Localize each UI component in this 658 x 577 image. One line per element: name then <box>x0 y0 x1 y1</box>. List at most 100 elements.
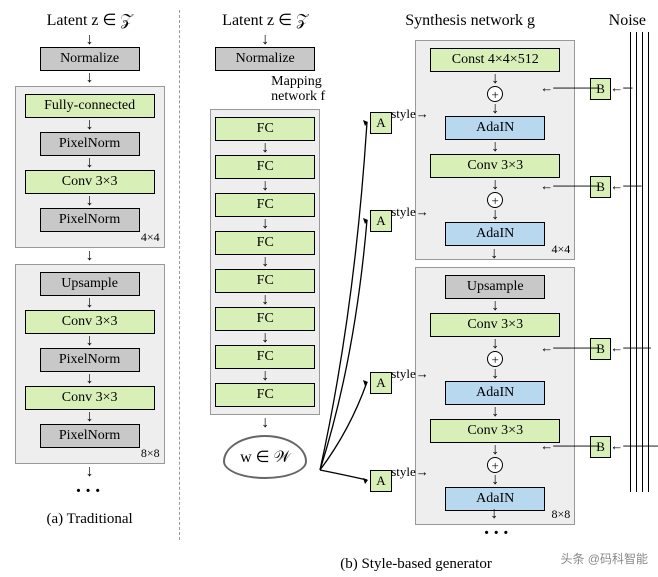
arrow: ↓ <box>261 257 269 267</box>
arrow: ↓ <box>261 143 269 153</box>
block-8x8-a: Upsample ↓ Conv 3×3 ↓ PixelNorm ↓ Conv 3… <box>15 264 165 464</box>
caption-b: (b) Style-based generator <box>340 556 492 573</box>
arrow: ↓ <box>261 35 269 45</box>
arrow: ↓ <box>261 219 269 229</box>
affine-a: A <box>370 112 391 134</box>
arrow: ↓ <box>491 74 499 84</box>
synth-block-8x8: Upsample ↓ Conv 3×3 ↓ + ↓ AdaIN ↓ Conv 3… <box>415 267 575 525</box>
pixelnorm: PixelNorm <box>40 424 140 448</box>
noise-line <box>630 32 631 492</box>
conv3x3: Conv 3×3 <box>25 310 155 334</box>
continuation-dots: ··· <box>75 480 104 503</box>
fc: FC <box>215 193 315 217</box>
arrow: ↓ <box>86 35 94 45</box>
arrow: ↓ <box>86 412 94 422</box>
arrow: ↓ <box>86 120 94 130</box>
arrow: ↓ <box>261 418 269 428</box>
noise-to-plus-arrow: ←───── <box>540 178 599 194</box>
noise-to-b-arrow: ←─ <box>610 80 632 96</box>
adain: AdaIN <box>445 381 545 405</box>
arrow: ↓ <box>490 509 498 519</box>
arrow: ↓ <box>491 142 499 152</box>
arrow: ↓ <box>86 467 94 477</box>
caption-a: (a) Traditional <box>46 511 132 528</box>
fc: FC <box>215 383 315 407</box>
arrow: ↓ <box>491 301 499 311</box>
upsample: Upsample <box>40 272 140 296</box>
style-arrow: style→ <box>391 204 429 220</box>
style-arrow: style→ <box>391 464 429 480</box>
fc: FC <box>215 117 315 141</box>
fc: FC <box>215 269 315 293</box>
arrow: ↓ <box>86 196 94 206</box>
affine-a: A <box>370 470 391 492</box>
fc-layer: Fully-connected <box>25 94 155 118</box>
pixelnorm: PixelNorm <box>40 132 140 156</box>
arrow: ↓ <box>491 407 499 417</box>
conv3x3: Conv 3×3 <box>430 154 560 178</box>
normalize-a: Normalize <box>40 47 140 71</box>
arrow: ↓ <box>491 180 499 190</box>
normalize-b: Normalize <box>215 47 315 71</box>
fc: FC <box>215 345 315 369</box>
continuation-dots: ··· <box>483 522 512 545</box>
latent-label-a: Latent z ∈ 𝒵 <box>47 10 133 30</box>
affine-a: A <box>370 210 391 232</box>
synthesis-label: Synthesis network g <box>405 12 535 30</box>
latent-label-b: Latent z ∈ 𝒵 <box>222 10 308 30</box>
noise-label: Noise <box>609 12 646 30</box>
conv3x3: Conv 3×3 <box>430 313 560 337</box>
arrow: ↓ <box>491 104 499 114</box>
upsample: Upsample <box>445 275 545 299</box>
arrow: ↓ <box>261 295 269 305</box>
arrow: ↓ <box>491 475 499 485</box>
affine-a: A <box>370 372 391 394</box>
arrow: ↓ <box>490 249 498 259</box>
size-label: 8×8 <box>551 507 570 522</box>
mapping-network-label: Mapping network f <box>271 74 325 105</box>
arrow: ↓ <box>491 445 499 455</box>
adain: AdaIN <box>445 222 545 246</box>
arrow: ↓ <box>86 73 94 83</box>
arrow: ↓ <box>491 339 499 349</box>
watermark: 头条 @码科智能 <box>560 550 648 567</box>
noise-to-b-arrow: ←─── <box>610 340 651 356</box>
fc: FC <box>215 231 315 255</box>
mapping-network-block: FC ↓ FC ↓ FC ↓ FC ↓ FC ↓ FC ↓ FC ↓ FC <box>210 109 320 415</box>
arrow: ↓ <box>261 181 269 191</box>
noise-to-plus-arrow: ←───── <box>540 340 599 356</box>
arrow: ↓ <box>86 251 94 261</box>
fc: FC <box>215 307 315 331</box>
arrow: ↓ <box>86 298 94 308</box>
const-layer: Const 4×4×512 <box>430 48 560 72</box>
size-label: 4×4 <box>141 230 160 245</box>
vertical-divider <box>179 10 180 540</box>
arrow: ↓ <box>86 158 94 168</box>
noise-to-b-arrow: ←── <box>610 178 641 194</box>
arrow: ↓ <box>261 333 269 343</box>
fc: FC <box>215 155 315 179</box>
noise-line <box>648 32 649 492</box>
noise-to-plus-arrow: ←───── <box>540 80 599 96</box>
conv3x3: Conv 3×3 <box>25 170 155 194</box>
block-4x4-a: Fully-connected ↓ PixelNorm ↓ Conv 3×3 ↓… <box>15 86 165 248</box>
style-arrow: style→ <box>391 106 429 122</box>
arrow: ↓ <box>86 336 94 346</box>
noise-line <box>642 32 643 492</box>
noise-to-b-arrow: ←──── <box>610 438 658 454</box>
arrow: ↓ <box>491 369 499 379</box>
synth-block-4x4: Const 4×4×512 ↓ + ↓ AdaIN ↓ Conv 3×3 ↓ +… <box>415 40 575 260</box>
style-arrow: style→ <box>391 366 429 382</box>
w-cloud: w ∈ 𝒲 <box>223 435 307 479</box>
pixelnorm: PixelNorm <box>40 348 140 372</box>
arrow: ↓ <box>261 371 269 381</box>
pixelnorm: PixelNorm <box>40 208 140 232</box>
noise-line <box>636 32 637 492</box>
conv3x3: Conv 3×3 <box>25 386 155 410</box>
adain: AdaIN <box>445 116 545 140</box>
noise-to-plus-arrow: ←───── <box>540 438 599 454</box>
size-label: 8×8 <box>141 446 160 461</box>
arrow: ↓ <box>86 374 94 384</box>
size-label: 4×4 <box>551 242 570 257</box>
arrow: ↓ <box>491 210 499 220</box>
